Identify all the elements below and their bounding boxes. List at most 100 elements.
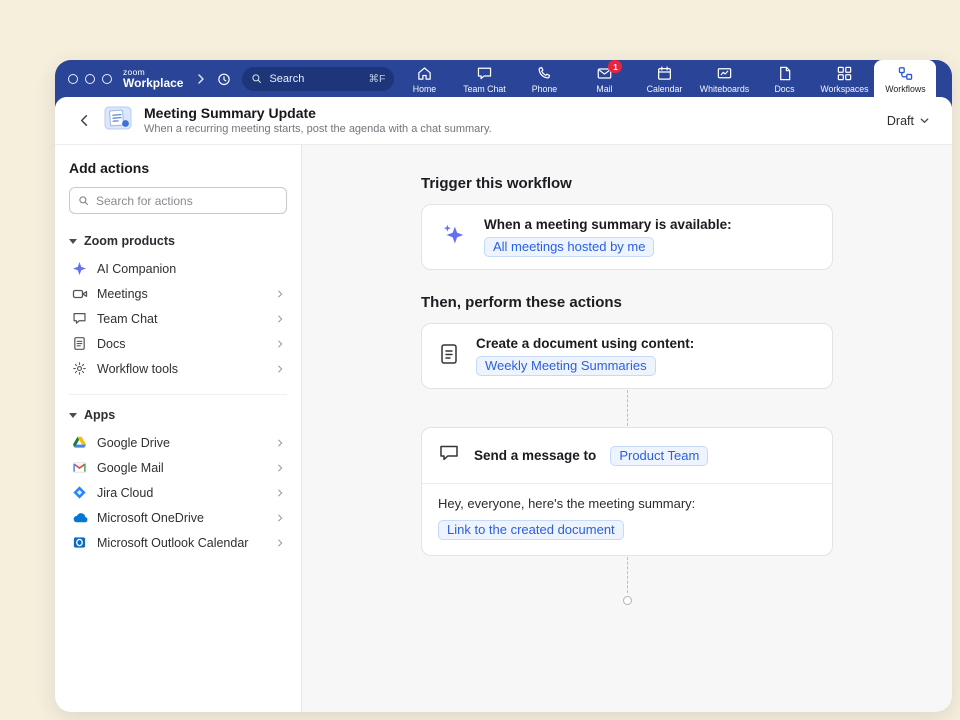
actions-search[interactable] xyxy=(69,187,287,214)
back-button[interactable] xyxy=(77,113,92,128)
document-content-chip[interactable]: Weekly Meeting Summaries xyxy=(476,356,656,376)
video-camera-icon xyxy=(71,286,88,302)
history-icon[interactable] xyxy=(216,71,232,87)
trigger-text: When a meeting summary is available: xyxy=(484,217,732,232)
sidebar-item-google-mail[interactable]: Google Mail xyxy=(69,455,287,480)
sidebar-item-microsoft-outlook-calendar[interactable]: Microsoft Outlook Calendar xyxy=(69,530,287,555)
workflow-icon xyxy=(104,106,132,135)
message-body-text: Hey, everyone, here's the meeting summar… xyxy=(438,496,816,511)
workspaces-icon xyxy=(836,65,853,82)
window-control-dot[interactable] xyxy=(68,74,78,84)
sidebar-item-docs[interactable]: Docs xyxy=(69,331,287,356)
logo-line1: zoom xyxy=(123,68,183,77)
create-document-text: Create a document using content: xyxy=(476,336,694,351)
phone-icon xyxy=(536,65,553,82)
sidebar-item-team-chat[interactable]: Team Chat xyxy=(69,306,287,331)
jira-icon xyxy=(71,485,88,500)
draft-status-dropdown[interactable]: Draft xyxy=(887,114,930,128)
nav-tab-mail[interactable]: 1 Mail xyxy=(574,60,634,97)
workflow-title-block: Meeting Summary Update When a recurring … xyxy=(144,105,492,137)
logo-line2: Workplace xyxy=(123,77,183,89)
chat-bubble-icon xyxy=(71,311,88,326)
ai-sparkle-icon xyxy=(438,220,468,255)
nav-tab-workspaces[interactable]: Workspaces xyxy=(814,60,874,97)
chevron-down-icon xyxy=(919,115,930,126)
actions-sidebar: Add actions Zoom products AI C xyxy=(55,145,302,712)
global-search[interactable]: Search ⌘F xyxy=(242,67,394,91)
sidebar-item-google-drive[interactable]: Google Drive xyxy=(69,430,287,455)
document-link-chip[interactable]: Link to the created document xyxy=(438,520,624,540)
calendar-icon xyxy=(656,65,673,82)
chevron-right-icon xyxy=(275,463,285,473)
search-actions-input[interactable] xyxy=(96,194,278,208)
nav-left-cluster: zoom Workplace Search ⌘F xyxy=(68,60,394,97)
chat-bubble-icon xyxy=(438,442,460,469)
trigger-card[interactable]: When a meeting summary is available: All… xyxy=(421,204,833,270)
outlook-calendar-icon xyxy=(71,535,88,550)
chevron-right-icon xyxy=(275,513,285,523)
sidebar-item-microsoft-onedrive[interactable]: Microsoft OneDrive xyxy=(69,505,287,530)
window-control-dot[interactable] xyxy=(85,74,95,84)
add-node-endpoint[interactable] xyxy=(623,596,632,605)
chevron-right-icon xyxy=(275,339,285,349)
send-message-card[interactable]: Send a message to Product Team Hey, ever… xyxy=(421,427,833,556)
top-nav-bar: zoom Workplace Search ⌘F Home Team xyxy=(55,60,952,97)
chevron-right-icon xyxy=(275,488,285,498)
nav-tab-team-chat[interactable]: Team Chat xyxy=(454,60,514,97)
create-document-card[interactable]: Create a document using content: Weekly … xyxy=(421,323,833,389)
nav-tab-docs[interactable]: Docs xyxy=(754,60,814,97)
nav-tab-workflows[interactable]: Workflows xyxy=(874,60,936,97)
search-shortcut: ⌘F xyxy=(369,73,386,85)
section-header-zoom-products[interactable]: Zoom products xyxy=(69,234,287,248)
search-icon xyxy=(78,195,90,207)
chevron-right-icon xyxy=(275,364,285,374)
sidebar-title: Add actions xyxy=(69,160,287,176)
sidebar-section-apps: Apps Google Drive Google Mail xyxy=(69,394,287,555)
search-icon xyxy=(251,73,263,85)
section-header-apps[interactable]: Apps xyxy=(69,408,287,422)
document-icon xyxy=(438,343,460,370)
chevron-right-icon[interactable] xyxy=(195,73,207,85)
app-window: zoom Workplace Search ⌘F Home Team xyxy=(55,60,952,712)
recipient-chip[interactable]: Product Team xyxy=(610,446,708,466)
workflows-icon xyxy=(897,65,914,82)
send-message-text: Send a message to xyxy=(474,448,596,463)
team-chat-icon xyxy=(476,65,493,82)
collapse-caret-icon xyxy=(69,413,77,418)
chevron-right-icon xyxy=(275,538,285,548)
message-body: Hey, everyone, here's the meeting summar… xyxy=(422,483,832,555)
chevron-right-icon xyxy=(275,438,285,448)
search-label: Search xyxy=(269,73,304,85)
workflow-header: Meeting Summary Update When a recurring … xyxy=(55,97,952,145)
chevron-right-icon xyxy=(275,289,285,299)
workflow-body: Add actions Zoom products AI C xyxy=(55,145,952,712)
window-control-dot[interactable] xyxy=(102,74,112,84)
content-sheet: Meeting Summary Update When a recurring … xyxy=(55,97,952,712)
trigger-heading: Trigger this workflow xyxy=(421,175,833,192)
sidebar-item-jira-cloud[interactable]: Jira Cloud xyxy=(69,480,287,505)
mail-badge: 1 xyxy=(608,60,622,73)
page-subtitle: When a recurring meeting starts, post th… xyxy=(144,123,492,136)
google-drive-icon xyxy=(71,435,88,450)
nav-tab-home[interactable]: Home xyxy=(394,60,454,97)
gmail-icon xyxy=(71,460,88,475)
actions-heading: Then, perform these actions xyxy=(421,294,833,311)
sidebar-section-zoom-products: Zoom products AI Companion Meetings xyxy=(69,234,287,381)
document-icon xyxy=(71,336,88,351)
whiteboard-icon xyxy=(716,65,733,82)
workflow-canvas: Trigger this workflow When a meeting sum… xyxy=(302,145,952,712)
nav-tab-phone[interactable]: Phone xyxy=(514,60,574,97)
nav-tab-whiteboards[interactable]: Whiteboards xyxy=(694,60,754,97)
home-icon xyxy=(416,65,433,82)
zoom-workplace-logo: zoom Workplace xyxy=(123,68,183,90)
trigger-scope-chip[interactable]: All meetings hosted by me xyxy=(484,237,654,257)
sidebar-item-ai-companion[interactable]: AI Companion xyxy=(69,256,287,281)
nav-tab-more[interactable]: More xyxy=(936,60,952,97)
nav-tab-calendar[interactable]: Calendar xyxy=(634,60,694,97)
sidebar-item-meetings[interactable]: Meetings xyxy=(69,281,287,306)
nav-tabs: Home Team Chat Phone 1 Mail Calendar xyxy=(394,60,952,97)
collapse-caret-icon xyxy=(69,239,77,244)
sidebar-item-workflow-tools[interactable]: Workflow tools xyxy=(69,356,287,381)
docs-icon xyxy=(776,65,793,82)
workflow-connector xyxy=(627,557,628,593)
